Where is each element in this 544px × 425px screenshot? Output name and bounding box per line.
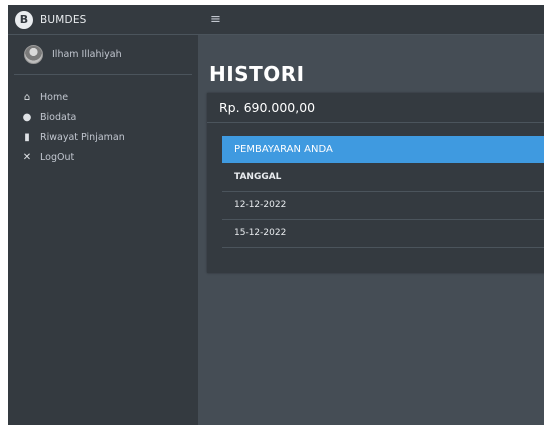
avatar <box>24 45 43 64</box>
table-row: 15-12-2022 <box>222 219 544 248</box>
sidebar-item-label: Home <box>40 91 69 103</box>
brand-logo-icon: B <box>15 10 33 29</box>
total-amount: Rp. 690.000,00 <box>219 100 316 115</box>
payment-table-section: PEMBAYARAN ANDA TANGGAL 12-12-2022 15-12… <box>222 136 544 248</box>
payment-table: TANGGAL 12-12-2022 15-12-2022 <box>222 163 544 248</box>
table-cell-date: 12-12-2022 <box>222 191 544 220</box>
home-icon: ⌂ <box>23 91 31 103</box>
sidebar-item-label: LogOut <box>40 151 75 163</box>
user-panel[interactable]: Ilham Illahiyah <box>14 35 192 75</box>
brand-name: BUMDES <box>40 13 87 26</box>
sidebar-nav: ⌂ Home ● Biodata ▮ Riwayat Pinjaman ✕ Lo… <box>8 75 198 167</box>
page-title: HISTORI <box>209 62 305 86</box>
sidebar-item-label: Biodata <box>40 111 77 123</box>
brand-link[interactable]: B BUMDES <box>8 5 198 35</box>
user-icon: ● <box>22 111 32 123</box>
column-header-tanggal: TANGGAL <box>222 163 544 192</box>
table-header-row: TANGGAL <box>222 163 544 192</box>
sidebar-item-logout[interactable]: ✕ LogOut <box>8 147 198 167</box>
table-cell-date: 15-12-2022 <box>222 219 544 248</box>
sidebar-item-label: Riwayat Pinjaman <box>40 131 125 143</box>
app-frame: B BUMDES Ilham Illahiyah ⌂ Home ● Biodat… <box>8 5 544 425</box>
main-content: HISTORI Rp. 690.000,00 PEMBAYARAN ANDA T… <box>198 35 544 425</box>
hamburger-menu-icon[interactable]: ≡ <box>210 12 221 27</box>
history-card: Rp. 690.000,00 PEMBAYARAN ANDA TANGGAL 1… <box>207 93 544 273</box>
sidebar-item-biodata[interactable]: ● Biodata <box>8 107 198 127</box>
user-name: Ilham Illahiyah <box>52 49 122 60</box>
sidebar-item-riwayat-pinjaman[interactable]: ▮ Riwayat Pinjaman <box>8 127 198 147</box>
card-header: Rp. 690.000,00 <box>207 93 544 123</box>
topbar: ≡ <box>198 5 544 35</box>
times-icon: ✕ <box>22 151 32 163</box>
table-title: PEMBAYARAN ANDA <box>222 136 544 163</box>
table-row: 12-12-2022 <box>222 191 544 220</box>
sidebar: B BUMDES Ilham Illahiyah ⌂ Home ● Biodat… <box>8 5 198 425</box>
sidebar-item-home[interactable]: ⌂ Home <box>8 87 198 107</box>
file-icon: ▮ <box>24 131 30 143</box>
